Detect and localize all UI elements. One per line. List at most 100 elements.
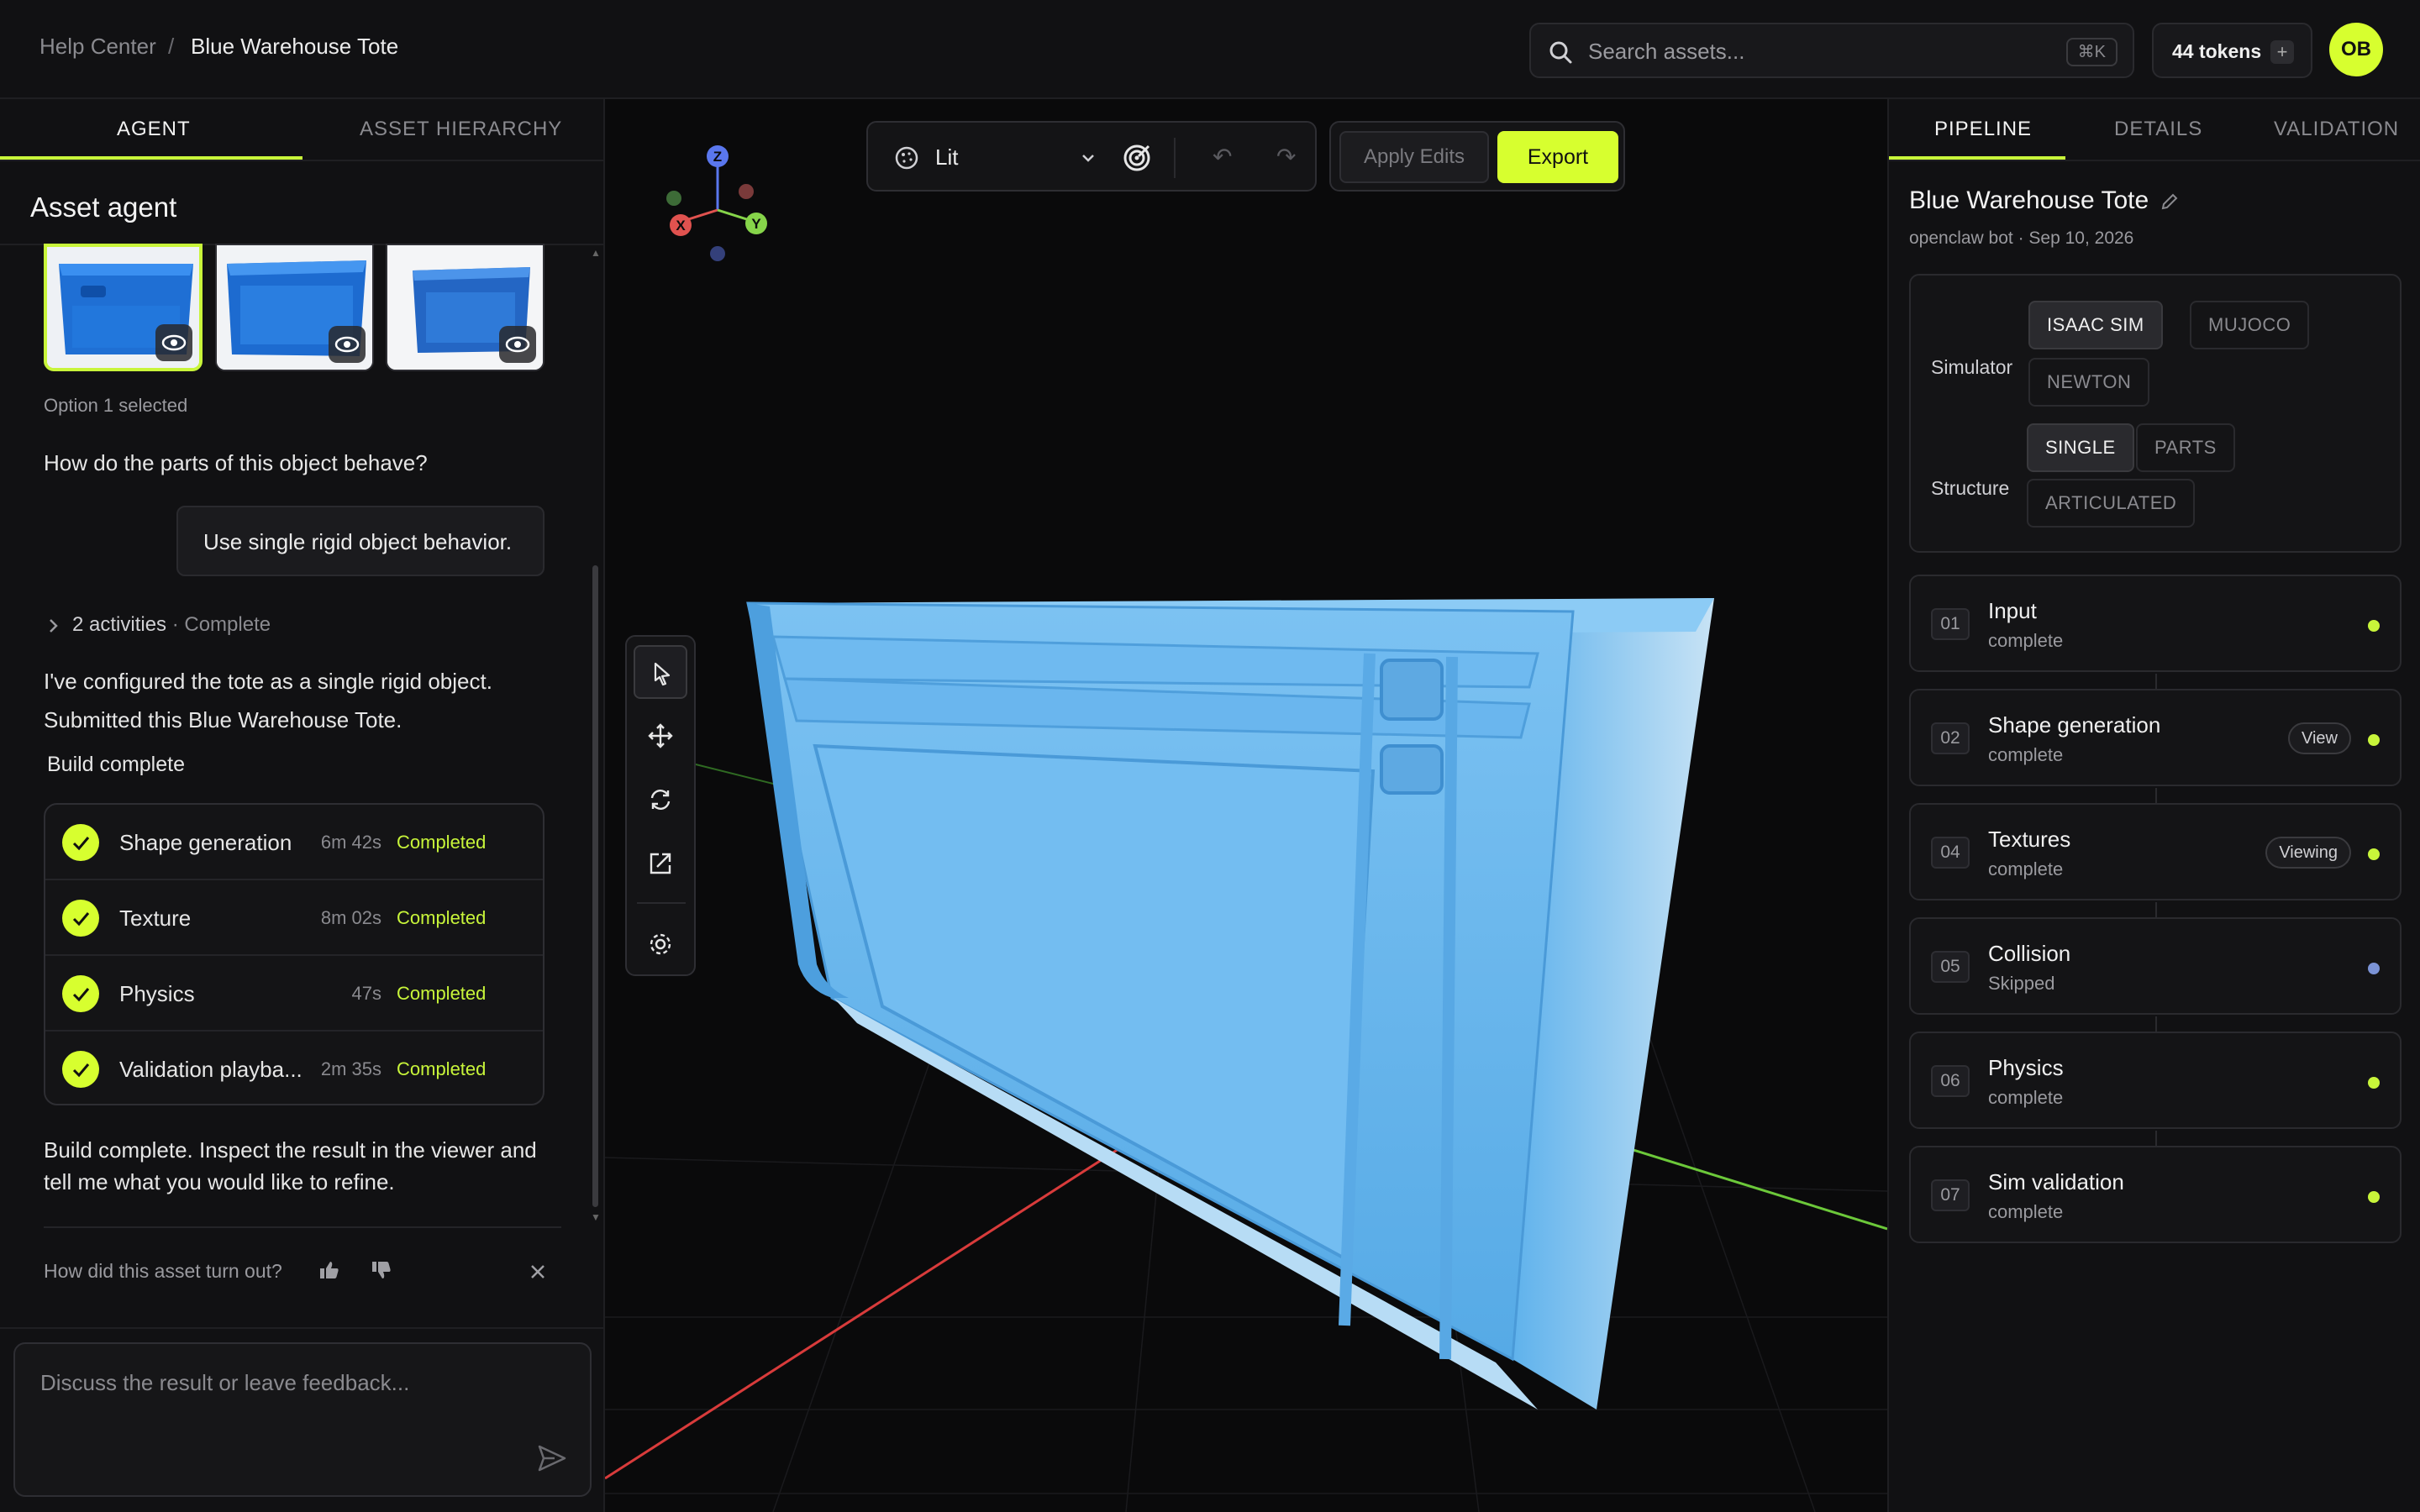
scroll-down-arrow[interactable]: ▼ [591, 1211, 601, 1223]
scene-canvas[interactable] [605, 99, 1887, 1512]
step-status: complete [1988, 744, 2064, 765]
select-tool-button[interactable] [634, 645, 687, 699]
top-bar: Help Center / Blue Warehouse Tote ⌘K 44 … [0, 0, 2420, 99]
render-mode-select[interactable]: Lit [935, 144, 958, 171]
scroll-up-arrow[interactable]: ▲ [591, 247, 601, 259]
simulator-option-isaac-sim[interactable]: ISAAC SIM [2028, 301, 2163, 349]
check-icon [62, 900, 99, 937]
step-title: Sim validation [1988, 1169, 2124, 1194]
scrollbar[interactable] [592, 565, 598, 1207]
step-number: 01 [1931, 608, 1970, 640]
structure-option-parts[interactable]: PARTS [2136, 423, 2235, 472]
chevron-down-icon[interactable] [1080, 150, 1097, 166]
asset-meta: openclaw bot · Sep 10, 2026 [1909, 228, 2134, 248]
composer[interactable] [13, 1342, 592, 1497]
axis-label-z: Z [713, 149, 722, 165]
chevron-right-icon[interactable] [45, 615, 62, 637]
divider [0, 1327, 605, 1329]
send-icon[interactable] [534, 1441, 568, 1475]
eye-icon[interactable] [499, 326, 536, 363]
close-icon[interactable] [528, 1262, 548, 1282]
eye-icon[interactable] [155, 324, 192, 361]
activities-count: 2 activities [72, 613, 167, 636]
breadcrumb-separator: / [168, 34, 175, 59]
tab-divider [1889, 160, 2420, 161]
sim-config-card: Simulator ISAAC SIM MUJOCO NEWTON Struct… [1909, 274, 2402, 553]
step-name: Texture [119, 906, 192, 931]
target-icon[interactable] [1120, 141, 1154, 175]
pipeline-step-physics[interactable]: 06 Physics complete [1909, 1032, 2402, 1129]
step-status: complete [1988, 1201, 2064, 1222]
rotate-tool-button[interactable] [634, 773, 687, 827]
status-dot [2368, 1077, 2380, 1089]
viewport-settings-button[interactable] [634, 917, 687, 971]
search-input[interactable] [1586, 36, 2057, 66]
pipeline-step-sim-validation[interactable]: 07 Sim validation complete [1909, 1146, 2402, 1243]
tote-model[interactable] [746, 598, 1714, 1410]
tab-pipeline[interactable]: PIPELINE [1934, 118, 2032, 141]
viewing-badge[interactable]: Viewing [2265, 837, 2351, 869]
status-dot [2368, 620, 2380, 632]
axis-label-y: Y [751, 216, 761, 232]
step-time: 2m 35s [320, 1058, 381, 1079]
option-thumbnail-3[interactable] [386, 244, 544, 371]
tab-asset-hierarchy[interactable]: ASSET HIERARCHY [360, 118, 562, 141]
structure-option-single[interactable]: SINGLE [2027, 423, 2134, 472]
toolbar-divider [1174, 138, 1176, 178]
pipeline-step-collision[interactable]: 05 Collision Skipped [1909, 917, 2402, 1015]
avatar[interactable]: OB [2329, 23, 2383, 76]
step-number: 06 [1931, 1065, 1970, 1097]
axis-gizmo[interactable]: Z X Y [655, 141, 773, 276]
apply-edits-button[interactable]: Apply Edits [1339, 131, 1489, 183]
step-connector [2155, 1016, 2157, 1033]
feedback-input[interactable] [39, 1366, 509, 1399]
search-box[interactable]: ⌘K [1529, 23, 2134, 78]
3d-viewport[interactable]: Z X Y Lit ↶ ↷ Apply Edits Export [605, 99, 1887, 1512]
view-button[interactable]: View [2288, 722, 2351, 754]
simulator-option-mujoco[interactable]: MUJOCO [2190, 301, 2310, 349]
tab-agent[interactable]: AGENT [117, 118, 191, 141]
pipeline-step-input[interactable]: 01 Input complete [1909, 575, 2402, 672]
step-number: 05 [1931, 951, 1970, 983]
redo-icon[interactable]: ↷ [1276, 143, 1296, 171]
tokens-counter[interactable]: 44 tokens + [2152, 23, 2312, 78]
tools-divider [637, 902, 686, 904]
scale-tool-button[interactable] [634, 837, 687, 890]
move-tool-button[interactable] [634, 709, 687, 763]
step-status: Completed [397, 907, 487, 928]
tab-validation[interactable]: VALIDATION [2274, 118, 2399, 141]
thumbs-down-icon[interactable] [370, 1258, 393, 1282]
activities-status: · Complete [166, 613, 271, 636]
step-number: 02 [1931, 722, 1970, 754]
tab-details[interactable]: DETAILS [2114, 118, 2202, 141]
activities-toggle[interactable]: 2 activities · Complete [72, 613, 271, 637]
thumbs-up-icon[interactable] [318, 1258, 341, 1282]
pipeline-step-textures[interactable]: 04 Textures complete Viewing [1909, 803, 2402, 900]
pipeline-step-shape-generation[interactable]: 02 Shape generation complete View [1909, 689, 2402, 786]
option-thumbnail-2[interactable] [215, 244, 374, 371]
tokens-label: 44 tokens [2172, 40, 2262, 62]
export-button[interactable]: Export [1497, 131, 1618, 183]
breadcrumb-help-center[interactable]: Help Center [39, 34, 156, 60]
add-tokens-button[interactable]: + [2270, 40, 2294, 64]
option-thumbnail-1[interactable] [44, 244, 203, 371]
render-toolbar: Lit ↶ ↷ [866, 121, 1317, 192]
step-time: 6m 42s [320, 832, 381, 853]
eye-icon[interactable] [329, 326, 366, 363]
step-name: Validation playba... [119, 1057, 302, 1082]
tab-divider [0, 160, 605, 161]
check-icon [62, 1051, 99, 1088]
structure-option-articulated[interactable]: ARTICULATED [2027, 479, 2196, 528]
step-name: Physics [119, 981, 195, 1006]
agent-message: Build complete. Inspect the result in th… [44, 1137, 537, 1194]
step-title: Physics [1988, 1055, 2064, 1080]
status-dot [2368, 1191, 2380, 1203]
step-name: Shape generation [119, 830, 292, 855]
step-status: complete [1988, 630, 2064, 651]
user-message-text: Use single rigid object behavior. [203, 529, 513, 554]
simulator-option-newton[interactable]: NEWTON [2028, 358, 2150, 407]
breadcrumb-current: Blue Warehouse Tote [191, 34, 399, 59]
step-status: complete [1988, 858, 2064, 879]
undo-icon[interactable]: ↶ [1213, 143, 1232, 171]
pencil-icon[interactable] [2160, 192, 2180, 212]
